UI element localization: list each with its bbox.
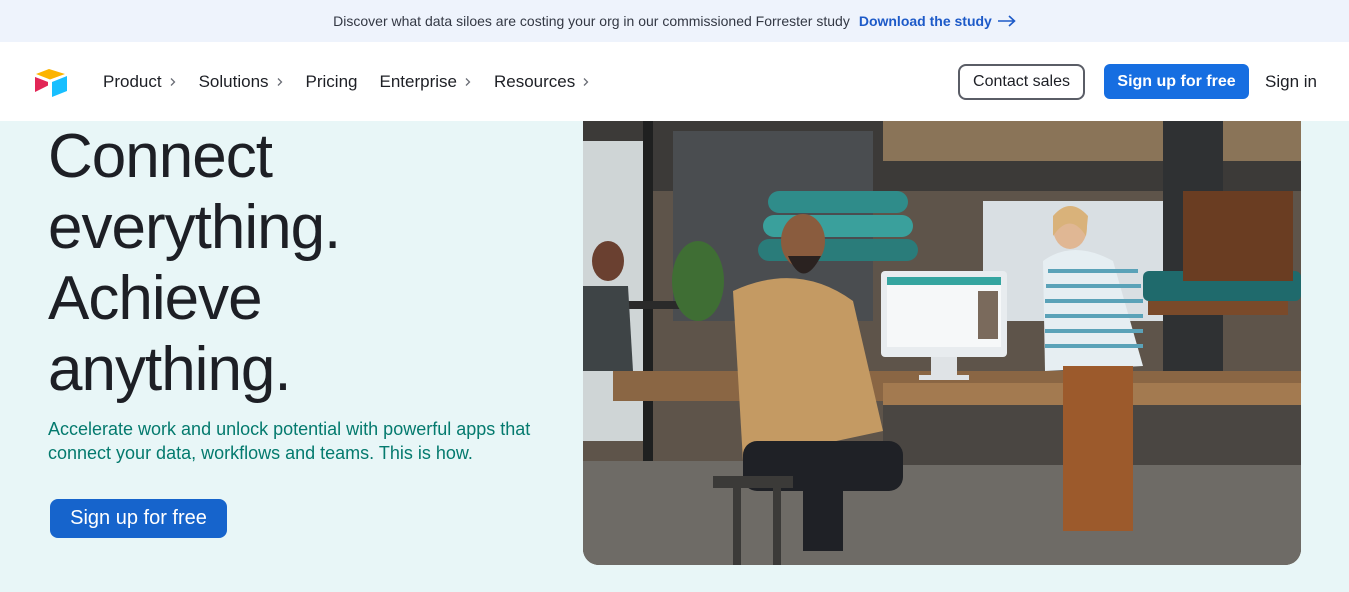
- headline-line: everything.: [48, 193, 341, 262]
- chevron-right-icon: [277, 77, 282, 86]
- nav-menu: Product Solutions Pricing Enterprise Res…: [103, 42, 612, 121]
- nav-item-solutions[interactable]: Solutions: [199, 72, 284, 92]
- nav-item-label: Enterprise: [379, 71, 457, 91]
- chevron-right-icon: [465, 77, 471, 86]
- announcement-banner: Discover what data siloes are costing yo…: [0, 0, 1349, 42]
- download-study-link[interactable]: Download the study: [859, 13, 1016, 29]
- chevron-right-icon: [170, 77, 176, 86]
- nav-sign-up-button[interactable]: Sign up for free: [1104, 64, 1250, 99]
- nav-item-resources[interactable]: Resources: [494, 72, 590, 92]
- contact-sales-button[interactable]: Contact sales: [958, 63, 1086, 100]
- nav-item-label: Pricing: [305, 71, 358, 91]
- headline-line: Connect: [48, 122, 273, 191]
- arrow-right-icon: [997, 15, 1016, 27]
- nav-item-enterprise[interactable]: Enterprise: [380, 72, 472, 92]
- nav-item-label: Solutions: [198, 71, 269, 91]
- main-navigation: Product Solutions Pricing Enterprise Res…: [0, 42, 1349, 121]
- nav-item-product[interactable]: Product: [103, 72, 177, 92]
- airtable-logo-icon[interactable]: [33, 68, 69, 98]
- nav-actions: Contact sales Sign up for free Sign in: [958, 42, 1317, 121]
- nav-item-label: Resources: [493, 71, 576, 91]
- banner-message: Discover what data siloes are costing yo…: [333, 13, 850, 29]
- chevron-right-icon: [583, 77, 589, 86]
- headline-line: anything.: [48, 335, 292, 404]
- nav-item-label: Product: [103, 71, 162, 91]
- nav-item-pricing[interactable]: Pricing: [306, 72, 358, 92]
- workshop-scene-illustration: [583, 121, 1301, 565]
- download-study-label: Download the study: [858, 13, 992, 29]
- hero-sign-up-button[interactable]: Sign up for free: [50, 499, 227, 538]
- sign-in-link[interactable]: Sign in: [1265, 72, 1317, 92]
- hero-photo: [583, 121, 1301, 565]
- headline-line: Achieve: [48, 264, 263, 333]
- hero-subhead: Accelerate work and unlock potential wit…: [48, 419, 531, 463]
- hero-headline: Connect everything. Achieve anything.: [48, 121, 341, 405]
